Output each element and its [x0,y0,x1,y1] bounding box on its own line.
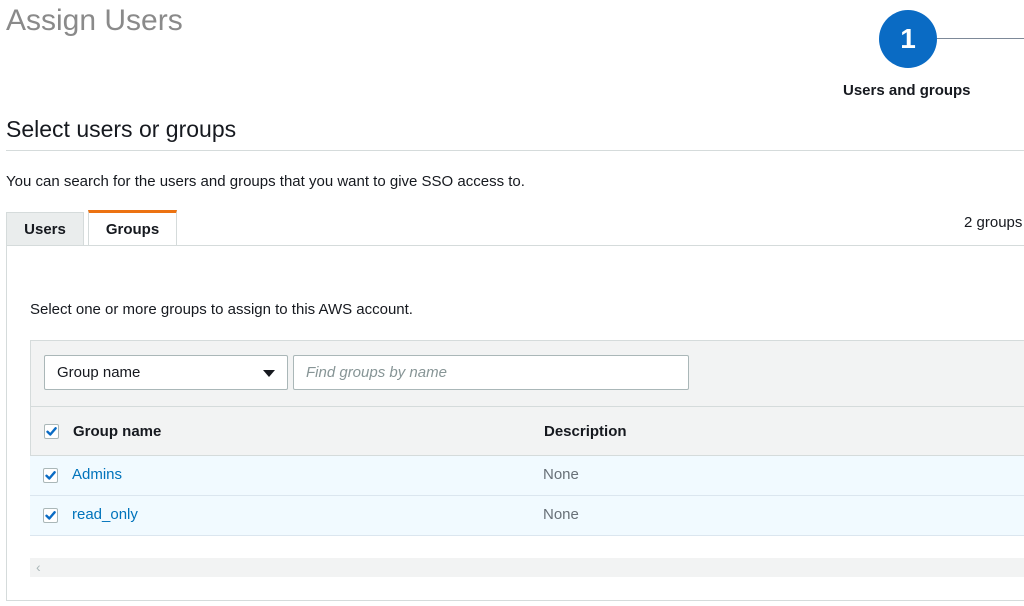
tab-users[interactable]: Users [6,212,84,246]
group-name-link[interactable]: read_only [72,506,138,523]
stepper-connector [937,38,1024,39]
table-row[interactable]: Admins None [30,456,1024,496]
chevron-left-icon[interactable]: ‹ [36,559,41,575]
row-checkbox[interactable] [43,508,58,523]
group-name-link[interactable]: Admins [72,466,122,483]
group-search-input[interactable] [293,355,689,390]
checkmark-icon [46,427,57,436]
page-title: Assign Users [6,4,183,37]
checkmark-icon [45,471,56,480]
table-header: Group name Description [30,407,1024,456]
row-checkbox[interactable] [43,468,58,483]
horizontal-scrollbar[interactable]: ‹ [30,558,1024,577]
step-number-badge: 1 [879,10,937,68]
groups-count: 2 groups [964,214,1023,231]
panel-description: Select one or more groups to assign to t… [30,301,413,318]
filter-property-value: Group name [57,364,141,381]
select-all-checkbox[interactable] [44,424,59,439]
section-divider [6,150,1024,151]
column-header-description[interactable]: Description [544,423,627,440]
group-description: None [543,466,579,483]
section-title: Select users or groups [6,116,237,142]
tab-groups[interactable]: Groups [88,210,177,246]
caret-down-icon [263,370,275,377]
table-row[interactable]: read_only None [30,496,1024,536]
group-description: None [543,506,579,523]
checkmark-icon [45,511,56,520]
step-label: Users and groups [843,82,971,99]
tab-divider [6,245,1024,246]
column-header-group-name[interactable]: Group name [73,423,161,440]
section-intro: You can search for the users and groups … [6,173,525,190]
filter-property-select[interactable]: Group name [44,355,288,390]
